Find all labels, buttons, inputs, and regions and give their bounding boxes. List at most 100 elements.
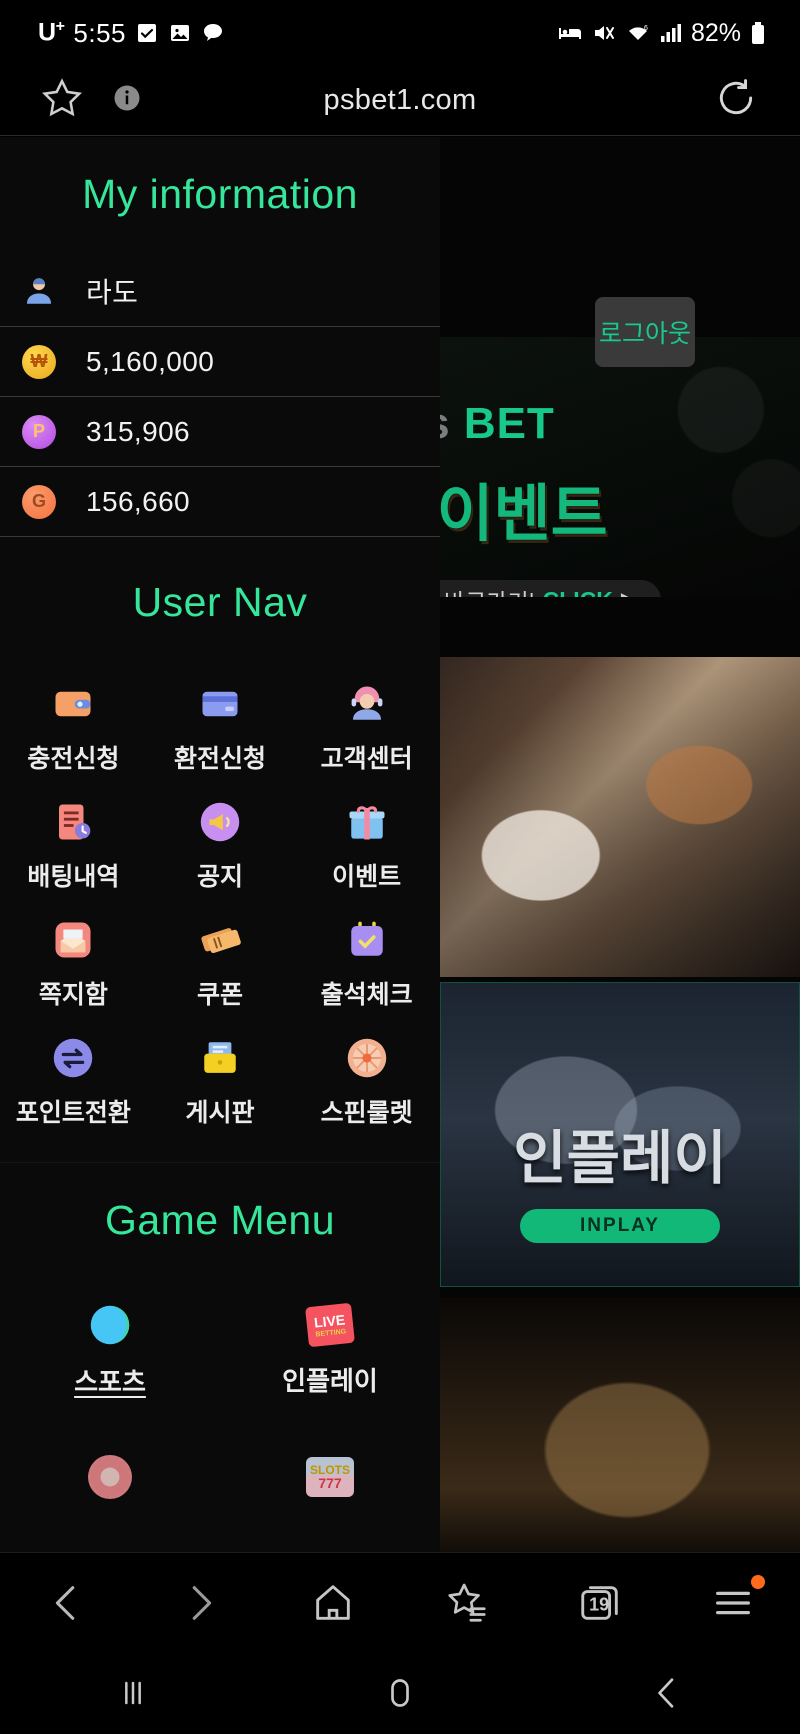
clock-label: 5:55 — [73, 17, 127, 48]
play-triangle-icon: ▶ — [621, 587, 639, 598]
nav-item-messages[interactable]: 쪽지함 — [0, 906, 147, 1024]
nav-item-coupon[interactable]: 쿠폰 — [147, 906, 294, 1024]
browser-back-button[interactable] — [19, 1553, 115, 1653]
nav-label-charge: 충전신청 — [27, 745, 120, 773]
menu-notification-dot — [751, 1574, 766, 1589]
nav-label-messages: 쪽지함 — [38, 981, 108, 1009]
url-label[interactable]: psbet1.com — [0, 84, 800, 117]
home-button[interactable] — [340, 1652, 460, 1734]
ticket-icon — [199, 919, 241, 961]
browser-tabs-button[interactable]: 19 — [552, 1553, 648, 1653]
my-information-section: My information 라도 ₩ 5,160,000 P 315,906 — [0, 137, 440, 537]
nav-item-spin-roulette[interactable]: 스핀룰렛 — [293, 1024, 440, 1142]
my-information-rows: 라도 ₩ 5,160,000 P 315,906 G 156,660 — [0, 256, 440, 537]
checkbox-icon — [135, 21, 159, 45]
game-menu-section: Game Menu 스포츠 LIVE BETTING 인플레이 SLOTS 77… — [0, 1162, 440, 1540]
back-button[interactable] — [607, 1652, 727, 1734]
status-bar-right: 6 82% — [557, 19, 800, 48]
info-row-point[interactable]: P 315,906 — [0, 396, 440, 466]
photo-icon — [168, 21, 192, 45]
nav-item-charge[interactable]: 충전신청 — [0, 670, 147, 788]
kakao-icon — [201, 21, 225, 45]
sports-banner[interactable] — [440, 657, 800, 977]
exchange-icon — [52, 1037, 94, 1079]
support-agent-icon — [346, 683, 388, 725]
nav-item-attendance[interactable]: 출석체크 — [293, 906, 440, 1024]
event-banner-cta[interactable]: 바로가기| CLICK ▶ — [440, 580, 661, 597]
event-banner-headline: S 이벤트 — [440, 480, 608, 549]
inplay-banner[interactable]: 인플레이 INPLAY — [440, 982, 800, 1287]
casino-chip-icon — [88, 1455, 132, 1499]
calendar-check-icon — [346, 919, 388, 961]
point-coin-icon: P — [22, 414, 56, 449]
status-bar-left: U+ 5:55 — [0, 18, 225, 49]
live-badge-top: LIVE — [313, 1310, 346, 1330]
mailbox-icon — [52, 919, 94, 961]
wifi-icon: 6 — [625, 22, 651, 44]
event-banner[interactable]: lus BET S 이벤트 바로가기| CLICK ▶ — [440, 337, 800, 597]
info-row-gamemoney[interactable]: G 156,660 — [0, 466, 440, 536]
browser-url-bar: psbet1.com — [0, 66, 800, 136]
game-item-slots[interactable]: SLOTS 777 — [220, 1414, 440, 1540]
battery-percent-label: 82% — [690, 18, 741, 47]
nav-label-notice: 공지 — [196, 863, 243, 891]
info-value-gamemoney: 156,660 — [86, 485, 191, 517]
logout-button[interactable]: 로그아웃 — [595, 297, 695, 367]
nav-label-board: 게시판 — [185, 1099, 255, 1127]
nav-item-exchange[interactable]: 환전신청 — [147, 670, 294, 788]
game-label-inplay: 인플레이 — [282, 1365, 378, 1396]
info-row-username[interactable]: 라도 — [0, 256, 440, 326]
game-item-inplay[interactable]: LIVE BETTING 인플레이 — [220, 1288, 440, 1414]
nav-label-event: 이벤트 — [332, 863, 402, 891]
event-cta-prefix: 바로가기| — [444, 583, 535, 597]
nav-label-point-exchange: 포인트전환 — [15, 1099, 131, 1127]
nav-item-notice[interactable]: 공지 — [147, 788, 294, 906]
nav-label-betting-history: 배팅내역 — [27, 863, 120, 891]
side-drawer: My information 라도 ₩ 5,160,000 P 315,906 — [0, 137, 440, 1552]
megaphone-icon — [199, 801, 241, 843]
user-nav-grid: 충전신청 환전신청 고객센터 배팅내역 공지 이벤트 쪽지함 쿠폰 출석체크 포… — [0, 670, 440, 1142]
nav-label-attendance: 출석체크 — [320, 981, 413, 1009]
user-avatar-icon — [22, 274, 56, 308]
battery-icon — [750, 21, 766, 45]
roulette-icon — [346, 1037, 388, 1079]
gift-icon — [346, 801, 388, 843]
browser-forward-button[interactable] — [152, 1553, 248, 1653]
bottom-banner[interactable] — [440, 1297, 800, 1552]
betting-history-icon — [52, 801, 94, 843]
my-information-title: My information — [82, 171, 358, 217]
browser-menu-button[interactable] — [685, 1553, 781, 1653]
game-label-sports: 스포츠 — [74, 1366, 146, 1397]
browser-home-button[interactable] — [285, 1553, 381, 1653]
live-betting-icon: LIVE BETTING — [305, 1302, 355, 1347]
alarm-bed-icon — [557, 22, 583, 44]
phone-screen: U+ 5:55 6 82% psbet1.com BET 이벤트 인플레이 IN… — [0, 0, 800, 1734]
nav-item-board[interactable]: 게시판 — [147, 1024, 294, 1142]
slots-label-bottom: 777 — [318, 1475, 342, 1491]
inplay-banner-title: 인플레이 — [513, 1126, 727, 1191]
status-bar: U+ 5:55 6 82% — [0, 0, 800, 66]
browser-bottom-toolbar: 19 — [0, 1552, 800, 1652]
inplay-banner-button[interactable]: INPLAY — [520, 1209, 720, 1243]
svg-text:6: 6 — [644, 25, 648, 32]
event-cta-click: CLICK — [543, 587, 613, 598]
nav-item-betting-history[interactable]: 배팅내역 — [0, 788, 147, 906]
recents-button[interactable] — [73, 1652, 193, 1734]
nav-item-support[interactable]: 고객센터 — [293, 670, 440, 788]
nav-item-event[interactable]: 이벤트 — [293, 788, 440, 906]
game-item-casino[interactable] — [0, 1414, 220, 1540]
info-value-point: 315,906 — [86, 415, 191, 447]
browser-bookmarks-button[interactable] — [419, 1553, 515, 1653]
info-value-username: 라도 — [86, 277, 139, 308]
carrier-label: U+ — [38, 18, 65, 47]
nav-item-point-exchange[interactable]: 포인트전환 — [0, 1024, 147, 1142]
info-row-cash[interactable]: ₩ 5,160,000 — [0, 326, 440, 396]
game-item-sports[interactable]: 스포츠 — [0, 1288, 220, 1414]
nav-label-coupon: 쿠폰 — [196, 981, 243, 1009]
folder-icon — [199, 1037, 241, 1079]
game-menu-grid: 스포츠 LIVE BETTING 인플레이 SLOTS 777 — [0, 1288, 440, 1540]
mute-icon — [592, 21, 616, 45]
slots-icon: SLOTS 777 — [306, 1457, 354, 1497]
user-nav-section: User Nav 충전신청 환전신청 고객센터 배팅내역 공지 이벤트 쪽지함 … — [0, 537, 440, 1142]
won-coin-icon: ₩ — [22, 344, 56, 379]
